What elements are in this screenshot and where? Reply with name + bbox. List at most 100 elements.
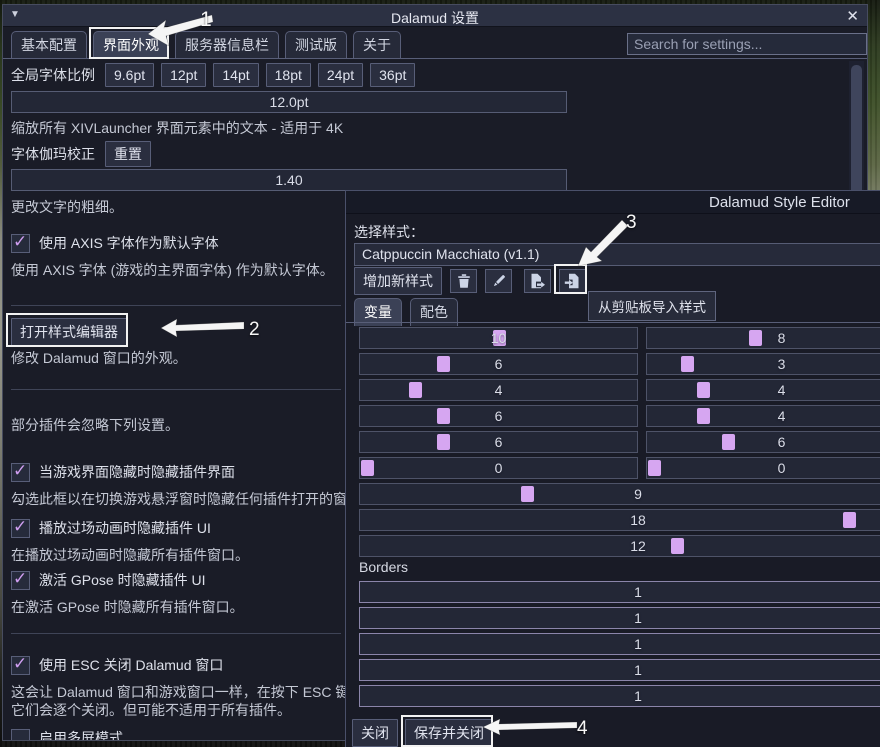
style-slider[interactable]: 10 xyxy=(359,327,638,349)
settings-tab-1[interactable]: 界面外观 xyxy=(93,31,169,59)
slider-value: 12 xyxy=(360,536,880,556)
export-style-button[interactable] xyxy=(524,269,551,293)
style-slider[interactable]: 1 xyxy=(359,685,880,707)
check-icon: ✓ xyxy=(13,232,27,252)
style-editor-titlebar[interactable]: Dalamud Style Editor xyxy=(346,191,880,214)
checkbox[interactable]: ✓ xyxy=(11,463,30,482)
style-editor-title: Dalamud Style Editor xyxy=(709,194,850,211)
style-slider[interactable]: 3 xyxy=(646,353,880,375)
style-slider[interactable]: 6 xyxy=(646,431,880,453)
slider-row: 10 8 xyxy=(359,327,880,353)
font-scale-desc: 缩放所有 XIVLauncher 界面元素中的文本 - 适用于 4K 分辨率。 xyxy=(11,118,345,138)
style-slider[interactable]: 18 xyxy=(359,509,880,531)
font-scale-slider[interactable]: 12.0pt xyxy=(11,91,567,113)
check-icon: ✓ xyxy=(13,461,27,481)
add-style-button[interactable]: 增加新样式 xyxy=(354,267,442,295)
tab-divider xyxy=(3,58,867,59)
checkbox[interactable]: ✓ xyxy=(11,234,30,253)
slider-value: 6 xyxy=(360,432,637,452)
gamma-slider[interactable]: 1.40 xyxy=(11,169,567,191)
checkbox-label: 使用 ESC 关闭 Dalamud 窗口 xyxy=(39,655,223,675)
settings-tab-3[interactable]: 测试版 xyxy=(285,31,347,59)
settings-titlebar[interactable]: ▼ Dalamud 设置 ✕ xyxy=(3,5,867,27)
style-select-combo[interactable]: Catppuccin Macchiato (v1.1) xyxy=(354,243,880,266)
slider-row: 12 xyxy=(359,535,880,561)
font-scale-preset-0[interactable]: 9.6pt xyxy=(105,63,154,87)
style-editor-window: Dalamud Style Editor 选择样式： Catppuccin Ma… xyxy=(345,190,880,747)
close-icon[interactable]: ✕ xyxy=(846,7,859,25)
style-slider[interactable]: 8 xyxy=(646,327,880,349)
slider-value: 1 xyxy=(360,608,880,628)
border-slider-row: 1 xyxy=(359,633,880,659)
checkbox-multi-monitor: ✓ 启用多屏模式 xyxy=(11,728,123,741)
search-input[interactable] xyxy=(627,33,867,55)
style-slider[interactable]: 6 xyxy=(359,405,638,427)
style-slider[interactable]: 0 xyxy=(359,457,638,479)
style-slider[interactable]: 4 xyxy=(359,379,638,401)
delete-style-button[interactable] xyxy=(450,269,477,293)
save-and-close-button[interactable]: 保存并关闭 xyxy=(405,719,493,747)
slider-value: 4 xyxy=(360,380,637,400)
font-scale-preset-4[interactable]: 24pt xyxy=(318,63,363,87)
gamma-slider-value: 1.40 xyxy=(275,172,302,188)
slider-row: 44 xyxy=(359,379,880,405)
style-slider[interactable]: 4 xyxy=(646,379,880,401)
font-scale-preset-2[interactable]: 14pt xyxy=(213,63,258,87)
style-slider[interactable]: 1 xyxy=(359,607,880,629)
style-slider[interactable]: 1 xyxy=(359,581,880,603)
style-slider[interactable]: 1 xyxy=(359,633,880,655)
checkbox-hide-when-ui-hidden: ✓ 当游戏界面隐藏时隐藏插件界面 xyxy=(11,462,235,482)
open-style-editor-button[interactable]: 打开样式编辑器 xyxy=(11,318,127,346)
file-import-icon xyxy=(564,273,581,289)
checkbox[interactable]: ✓ xyxy=(11,729,30,742)
slider-value: 3 xyxy=(647,354,880,374)
pencil-icon xyxy=(491,273,507,289)
file-export-icon xyxy=(529,273,546,289)
settings-tab-0[interactable]: 基本配置 xyxy=(11,31,87,59)
select-style-label: 选择样式： xyxy=(354,222,424,242)
check-icon: ✓ xyxy=(13,569,27,589)
slider-value: 4 xyxy=(647,380,880,400)
slider-row: 66 xyxy=(359,431,880,457)
border-slider-row: 1 xyxy=(359,685,880,711)
font-scale-preset-3[interactable]: 18pt xyxy=(266,63,311,87)
style-slider[interactable]: 0 xyxy=(646,457,880,479)
style-variable-sliders: 108634464660091812 xyxy=(359,327,880,561)
border-slider-row: 1 xyxy=(359,659,880,685)
axis-font-desc: 使用 AXIS 字体 (游戏的主界面字体) 作为默认字体。 xyxy=(11,260,334,280)
open-style-editor-desc: 修改 Dalamud 窗口的外观。 xyxy=(11,348,187,368)
gamma-label: 字体伽玛校正 xyxy=(11,142,95,166)
settings-tab-bar: 基本配置界面外观服务器信息栏测试版关于 xyxy=(11,31,401,59)
import-style-button[interactable] xyxy=(559,269,586,293)
settings-tab-4[interactable]: 关于 xyxy=(353,31,401,59)
checkbox[interactable]: ✓ xyxy=(11,519,30,538)
checkbox[interactable]: ✓ xyxy=(11,571,30,590)
slider-value: 8 xyxy=(647,328,880,348)
checkbox-label: 当游戏界面隐藏时隐藏插件界面 xyxy=(39,462,235,482)
separator xyxy=(11,389,341,390)
slider-value: 6 xyxy=(360,406,637,426)
style-editor-toolbar: 增加新样式 xyxy=(354,267,586,295)
font-scale-preset-1[interactable]: 12pt xyxy=(161,63,206,87)
style-slider[interactable]: 12 xyxy=(359,535,880,557)
style-slider[interactable]: 9 xyxy=(359,483,880,505)
slider-value: 1 xyxy=(360,634,880,654)
slider-row: 9 xyxy=(359,483,880,509)
style-slider[interactable]: 6 xyxy=(359,431,638,453)
font-scale-row: 全局字体比例 9.6pt 12pt 14pt 18pt 24pt 36pt xyxy=(11,63,415,87)
rename-style-button[interactable] xyxy=(485,269,512,293)
gamma-reset-button[interactable]: 重置 xyxy=(105,141,151,167)
font-scale-label: 全局字体比例 xyxy=(11,63,95,87)
font-scale-preset-5[interactable]: 36pt xyxy=(370,63,415,87)
close-button[interactable]: 关闭 xyxy=(352,719,398,747)
settings-tab-2[interactable]: 服务器信息栏 xyxy=(175,31,279,59)
checkbox[interactable]: ✓ xyxy=(11,656,30,675)
checkbox-label: 使用 AXIS 字体作为默认字体 xyxy=(39,233,219,253)
slider-value: 0 xyxy=(647,458,880,478)
gamma-desc: 更改文字的粗细。 xyxy=(11,197,123,217)
style-slider[interactable]: 1 xyxy=(359,659,880,681)
checkbox-hide-in-gpose: ✓ 激活 GPose 时隐藏插件 UI xyxy=(11,570,205,590)
style-slider[interactable]: 6 xyxy=(359,353,638,375)
trash-icon xyxy=(456,273,472,289)
style-slider[interactable]: 4 xyxy=(646,405,880,427)
